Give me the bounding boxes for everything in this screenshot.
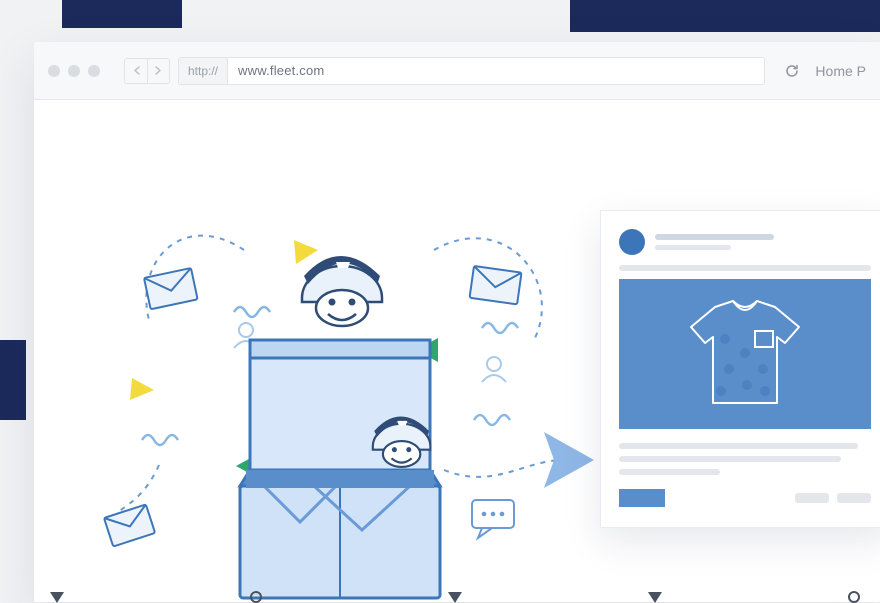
triangle-marker-icon (448, 592, 462, 603)
traffic-dot-zoom[interactable] (88, 65, 100, 77)
nav-arrow-group (124, 58, 170, 84)
placeholder-line (619, 265, 871, 271)
decorative-bar-left (0, 340, 26, 420)
home-page-link[interactable]: Home P (815, 63, 866, 79)
traffic-dot-close[interactable] (48, 65, 60, 77)
tshirt-icon (685, 299, 805, 409)
placeholder-line (655, 234, 774, 240)
post-image (619, 279, 871, 429)
decorative-bar-top-right (570, 0, 880, 32)
browser-chrome: http:// www.fleet.com Home P (34, 42, 880, 100)
placeholder-line (655, 245, 731, 250)
circle-marker-icon (250, 591, 262, 603)
bottom-indicator-row (50, 585, 860, 603)
placeholder-line (619, 456, 841, 462)
avatar (619, 229, 645, 255)
address-bar[interactable]: http:// www.fleet.com (178, 57, 765, 85)
circle-marker-icon (848, 591, 860, 603)
reload-button[interactable] (783, 62, 801, 80)
reload-icon (784, 63, 800, 79)
chevron-left-icon (133, 66, 140, 75)
marketing-illustration (74, 170, 594, 600)
placeholder-line (619, 443, 858, 449)
browser-window: http:// www.fleet.com Home P (34, 42, 880, 602)
decorative-bar-top-left (62, 0, 182, 28)
browser-viewport (34, 100, 880, 602)
triangle-marker-icon (50, 592, 64, 603)
social-post-card (600, 210, 880, 528)
nav-forward-button[interactable] (147, 59, 169, 83)
placeholder-line (619, 469, 720, 475)
url-scheme-label: http:// (179, 58, 228, 84)
nav-back-button[interactable] (125, 59, 147, 83)
placeholder-line (837, 493, 871, 503)
chevron-right-icon (155, 66, 162, 75)
triangle-marker-icon (648, 592, 662, 603)
url-text: www.fleet.com (228, 63, 334, 78)
placeholder-line (795, 493, 829, 503)
cta-button[interactable] (619, 489, 665, 507)
window-traffic-lights (48, 65, 100, 77)
traffic-dot-minimize[interactable] (68, 65, 80, 77)
